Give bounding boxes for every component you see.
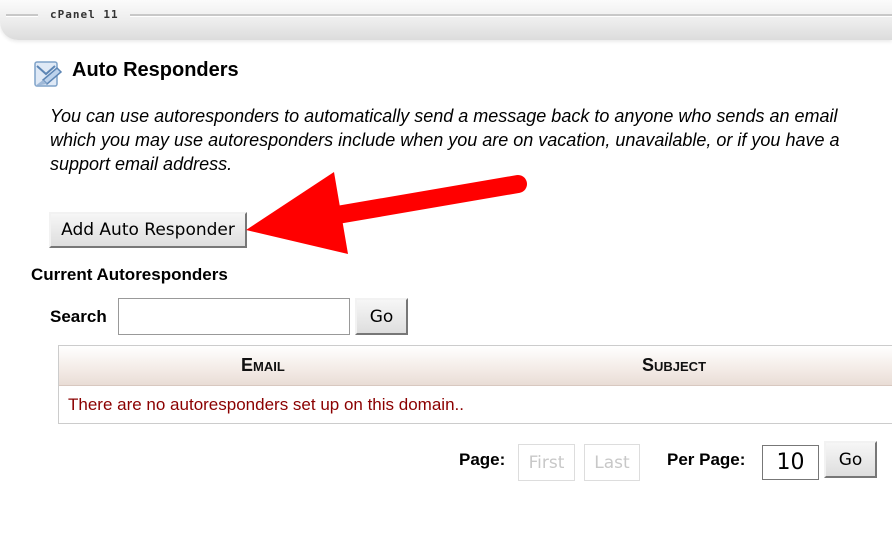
header-rule-left <box>6 14 38 17</box>
add-auto-responder-button[interactable]: Add Auto Responder <box>49 212 247 248</box>
column-header-email[interactable]: Email <box>241 355 285 376</box>
current-autoresponders-heading: Current Autoresponders <box>31 265 228 284</box>
autoresponder-icon <box>33 58 63 90</box>
description-line: which you may use autoresponders include… <box>50 130 840 150</box>
brand-logo: cPanel 11 <box>50 8 119 21</box>
search-input[interactable] <box>118 298 350 335</box>
first-page-button[interactable]: First <box>518 444 575 481</box>
table-header: Email Subject <box>59 346 892 386</box>
per-page-input[interactable] <box>762 445 819 480</box>
per-page-go-button[interactable]: Go <box>824 441 877 478</box>
autoresponders-table: Email Subject There are no autoresponder… <box>58 345 892 424</box>
page-label: Page: <box>459 450 506 469</box>
search-label: Search <box>50 307 107 326</box>
red-arrow-annotation <box>246 172 527 254</box>
last-page-button[interactable]: Last <box>584 444 640 481</box>
page-title: Auto Responders <box>72 59 239 81</box>
page-description: You can use autoresponders to automatica… <box>50 104 892 176</box>
top-header-bar: cPanel 11 <box>0 0 892 40</box>
description-line: You can use autoresponders to automatica… <box>50 106 838 126</box>
empty-table-message: There are no autoresponders set up on th… <box>68 395 464 414</box>
column-header-subject[interactable]: Subject <box>642 355 706 376</box>
search-go-button[interactable]: Go <box>355 298 408 335</box>
per-page-label: Per Page: <box>667 450 746 469</box>
header-rule-right <box>130 14 892 17</box>
